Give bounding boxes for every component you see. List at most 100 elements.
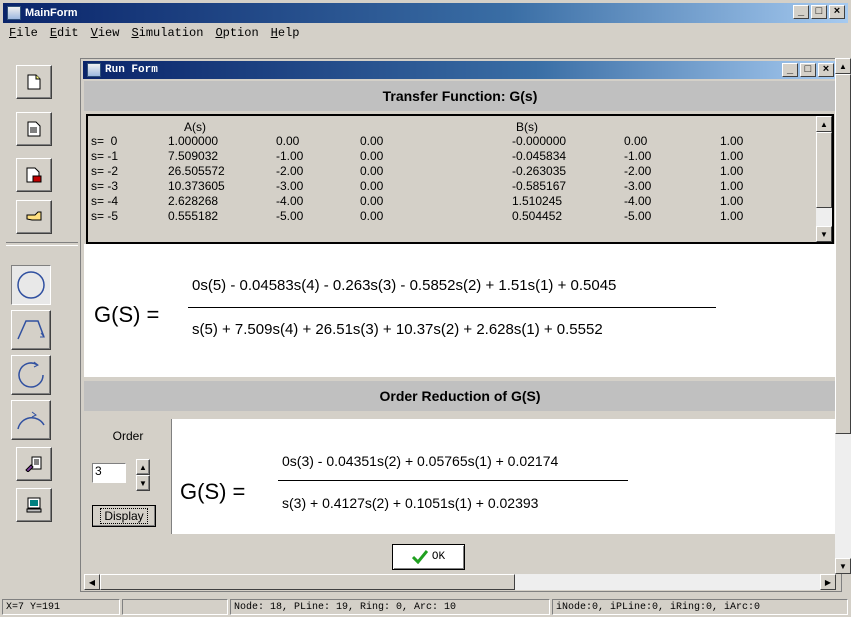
- maximize-button[interactable]: □: [811, 5, 827, 19]
- display-button[interactable]: Display: [92, 505, 156, 527]
- row-s-label: s= -2: [91, 164, 119, 178]
- b-col2: -3.00: [624, 179, 652, 193]
- menu-help[interactable]: Help: [265, 26, 306, 40]
- grid-row: s= -5 0.555182 -5.00 0.00 0.504452 -5.00 1.00: [88, 209, 832, 223]
- a-col3: 0.00: [360, 134, 384, 148]
- reduced-tf-numerator: 0s(3) - 0.04351s(2) + 0.05765s(1) + 0.02…: [282, 453, 559, 469]
- a-col3: 0.00: [360, 149, 384, 163]
- grid-row: s= -1 7.509032 -1.00 0.00 -0.045834 -1.00 1.00: [88, 149, 832, 163]
- menu-simulation[interactable]: Simulation: [125, 26, 209, 40]
- node-edit-tool[interactable]: [16, 447, 52, 481]
- grid-row: s= -3 10.373605 -3.00 0.00 -0.585167 -3.00 1.0…: [88, 179, 832, 193]
- main-window: MainForm _ □ × File Edit View Simulation…: [0, 0, 851, 617]
- ok-button[interactable]: OK: [392, 544, 465, 570]
- minimize-button[interactable]: _: [793, 5, 809, 19]
- main-scroll-up[interactable]: ▲: [835, 58, 851, 74]
- grid-header-row: A(s) B(s): [88, 120, 832, 134]
- a-col3: 0.00: [360, 209, 384, 223]
- run-form-icon: [87, 63, 101, 77]
- reduced-transfer-function: G(S) = 0s(3) - 0.04351s(2) + 0.05765s(1)…: [172, 419, 836, 534]
- a-coef: 2.628268: [168, 194, 219, 208]
- pointer-hand-icon: [26, 211, 42, 221]
- b-col3: 1.00: [720, 179, 744, 193]
- order-input[interactable]: 3: [92, 463, 126, 483]
- horizontal-scroll-thumb[interactable]: [100, 574, 515, 590]
- b-coef: -0.585167: [512, 179, 567, 193]
- status-indices: iNode:0, iPLine:0, iRing:0, iArc:0: [552, 599, 848, 615]
- row-s-label: s= -3: [91, 179, 119, 193]
- run-form-maximize-button[interactable]: □: [800, 63, 816, 77]
- b-col2: 0.00: [624, 134, 648, 148]
- a-col3: 0.00: [360, 179, 384, 193]
- run-form-title: Run Form: [105, 64, 158, 76]
- main-scroll-thumb[interactable]: [835, 74, 851, 434]
- status-counts: Node: 18, PLine: 19, Ring: 0, Arc: 10: [230, 599, 550, 615]
- b-coef: 0.504452: [512, 209, 563, 223]
- save-file-button[interactable]: [16, 158, 52, 192]
- horizontal-scrollbar[interactable]: ◀ ▶: [84, 574, 836, 590]
- b-col3: 1.00: [720, 149, 744, 163]
- order-reduction-header: Order Reduction of G(S): [84, 381, 836, 411]
- row-s-label: s= 0: [91, 134, 118, 148]
- arc-tool[interactable]: [11, 400, 51, 440]
- menu-view[interactable]: View: [85, 26, 126, 40]
- run-form-minimize-button[interactable]: _: [782, 63, 798, 77]
- menu-option[interactable]: Option: [209, 26, 264, 40]
- b-col2: -1.00: [624, 149, 652, 163]
- full-tf-label: G(S) =: [94, 302, 160, 327]
- a-coef: 1.000000: [168, 134, 219, 148]
- toolbar: [6, 50, 78, 600]
- new-file-button[interactable]: [16, 65, 52, 99]
- main-vertical-scrollbar[interactable]: ▲ ▼: [835, 58, 851, 574]
- monitor-tool[interactable]: [16, 488, 52, 522]
- b-coef: -0.045834: [512, 149, 567, 163]
- a-header: A(s): [184, 120, 206, 134]
- reduced-tf-fraction-bar: [278, 480, 628, 481]
- a-coef: 10.373605: [168, 179, 225, 193]
- main-scroll-down[interactable]: ▼: [835, 558, 851, 574]
- full-tf-fraction-bar: [188, 307, 716, 308]
- grid-scroll-down[interactable]: ▼: [816, 226, 832, 242]
- order-value: 3: [95, 464, 102, 478]
- order-label: Order: [112, 429, 144, 443]
- circle-tool[interactable]: [11, 265, 51, 305]
- polyline-tool[interactable]: [11, 310, 51, 350]
- pointer-button[interactable]: [16, 200, 52, 234]
- b-coef: -0.000000: [512, 134, 567, 148]
- order-spin-up[interactable]: ▲: [136, 459, 150, 475]
- checkmark-icon: [411, 550, 428, 564]
- reduced-tf-label: G(S) =: [180, 479, 246, 504]
- ok-label: OK: [431, 551, 446, 563]
- b-coef: 1.510245: [512, 194, 563, 208]
- monitor-tool-icon: [26, 497, 42, 513]
- grid-scroll-thumb[interactable]: [816, 132, 832, 208]
- a-col2: -2.00: [276, 164, 304, 178]
- a-col2: -5.00: [276, 209, 304, 223]
- run-form-title-bar[interactable]: Run Form _ □ ×: [83, 61, 837, 79]
- node-edit-tool-icon: [25, 456, 42, 472]
- scroll-right-arrow[interactable]: ▶: [820, 574, 836, 590]
- run-form-close-button[interactable]: ×: [818, 63, 834, 77]
- arc-tool-icon: [17, 411, 45, 430]
- open-file-button[interactable]: [16, 112, 52, 146]
- grid-scroll-up[interactable]: ▲: [816, 116, 832, 132]
- a-col2: -4.00: [276, 194, 304, 208]
- scroll-left-arrow[interactable]: ◀: [84, 574, 100, 590]
- menu-file[interactable]: File: [3, 26, 44, 40]
- main-title-bar[interactable]: MainForm _ □ ×: [3, 3, 848, 23]
- menu-edit[interactable]: Edit: [44, 26, 85, 40]
- coefficient-grid[interactable]: A(s) B(s) s= 0 1.000000 0.00 0.00 -0.000000 0…: [86, 114, 834, 244]
- order-spin-down[interactable]: ▼: [136, 475, 150, 491]
- close-button[interactable]: ×: [829, 5, 845, 19]
- run-form-window: Run Form _ □ × Transfer Function: G(s) A…: [80, 58, 842, 592]
- reduced-tf-denominator: s(3) + 0.4127s(2) + 0.1051s(1) + 0.02393: [282, 495, 539, 511]
- grid-vertical-scrollbar[interactable]: ▲ ▼: [816, 116, 832, 242]
- full-tf-denominator: s(5) + 7.509s(4) + 26.51s(3) + 10.37s(2)…: [192, 321, 603, 338]
- row-s-label: s= -1: [91, 149, 119, 163]
- ring-tool[interactable]: [11, 355, 51, 395]
- a-col3: 0.00: [360, 194, 384, 208]
- open-file-icon: [27, 121, 41, 137]
- menu-bar: File Edit View Simulation Option Help: [3, 24, 848, 42]
- a-coef: 7.509032: [168, 149, 219, 163]
- app-icon: [7, 6, 21, 20]
